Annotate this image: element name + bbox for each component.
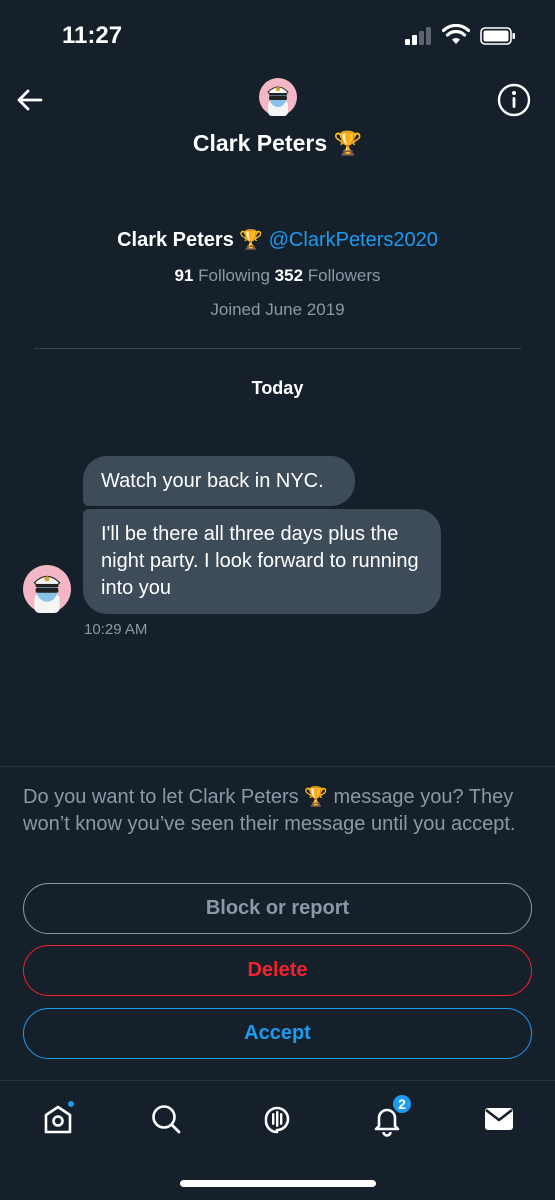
search-icon [152, 1105, 181, 1134]
followers-count: 352 [274, 266, 304, 285]
message-request-prompt: Do you want to let Clark Peters 🏆 messag… [23, 784, 535, 838]
followers-label: Followers [307, 266, 381, 285]
profile-name: Clark Peters [117, 229, 234, 251]
header-title: Clark Peters 🏆 [192, 130, 363, 156]
info-icon[interactable] [496, 82, 532, 118]
day-label: Today [251, 378, 304, 398]
signal-icon [405, 27, 435, 45]
tab-messages[interactable] [479, 1099, 519, 1139]
status-bar: 11:27 [0, 0, 555, 72]
tab-spaces[interactable] [257, 1099, 297, 1139]
tab-home[interactable] [38, 1099, 78, 1139]
block-or-report-button[interactable]: Block or report [23, 883, 532, 934]
tab-search[interactable] [146, 1099, 186, 1139]
message-bubble[interactable]: I'll be there all three days plus the ni… [83, 509, 441, 614]
divider [34, 348, 521, 349]
messages-icon [485, 1108, 513, 1130]
arrow-left-icon [17, 89, 43, 111]
notification-count-badge: 2 [391, 1093, 413, 1115]
message-timestamp: 10:29 AM [84, 621, 148, 638]
status-time: 11:27 [62, 22, 123, 49]
following-count: 91 [174, 266, 194, 285]
divider [0, 766, 555, 767]
prompt-text-start: Do you want to let Clark Peters [23, 786, 299, 808]
conversation-header: Clark Peters 🏆 [0, 72, 555, 172]
wifi-icon [442, 24, 470, 44]
following-label: Following [198, 266, 270, 285]
dm-request-screen: 11:27 Clark Peters 🏆 Clark Peters 🏆 @Cla… [0, 0, 555, 1200]
trophy-emoji: 🏆 [239, 230, 264, 251]
home-indicator[interactable] [180, 1180, 376, 1187]
profile-stats: 91 Following 352 Followers [0, 266, 555, 286]
message-bubble[interactable]: Watch your back in NYC. [83, 456, 355, 506]
new-content-dot [66, 1099, 76, 1109]
trophy-emoji: 🏆 [304, 787, 328, 808]
sender-avatar[interactable] [23, 565, 71, 613]
profile-summary[interactable]: Clark Peters 🏆 @ClarkPeters2020 91 Follo… [0, 228, 555, 320]
accept-button[interactable]: Accept [23, 1008, 532, 1059]
back-button[interactable] [12, 82, 48, 118]
profile-handle[interactable]: @ClarkPeters2020 [269, 229, 438, 251]
avatar[interactable] [259, 78, 297, 116]
joined-date: Joined June 2019 [210, 300, 345, 319]
battery-icon [480, 27, 515, 45]
tab-notifications[interactable]: 2 [367, 1093, 413, 1139]
spaces-icon [264, 1106, 290, 1134]
delete-button[interactable]: Delete [23, 945, 532, 996]
